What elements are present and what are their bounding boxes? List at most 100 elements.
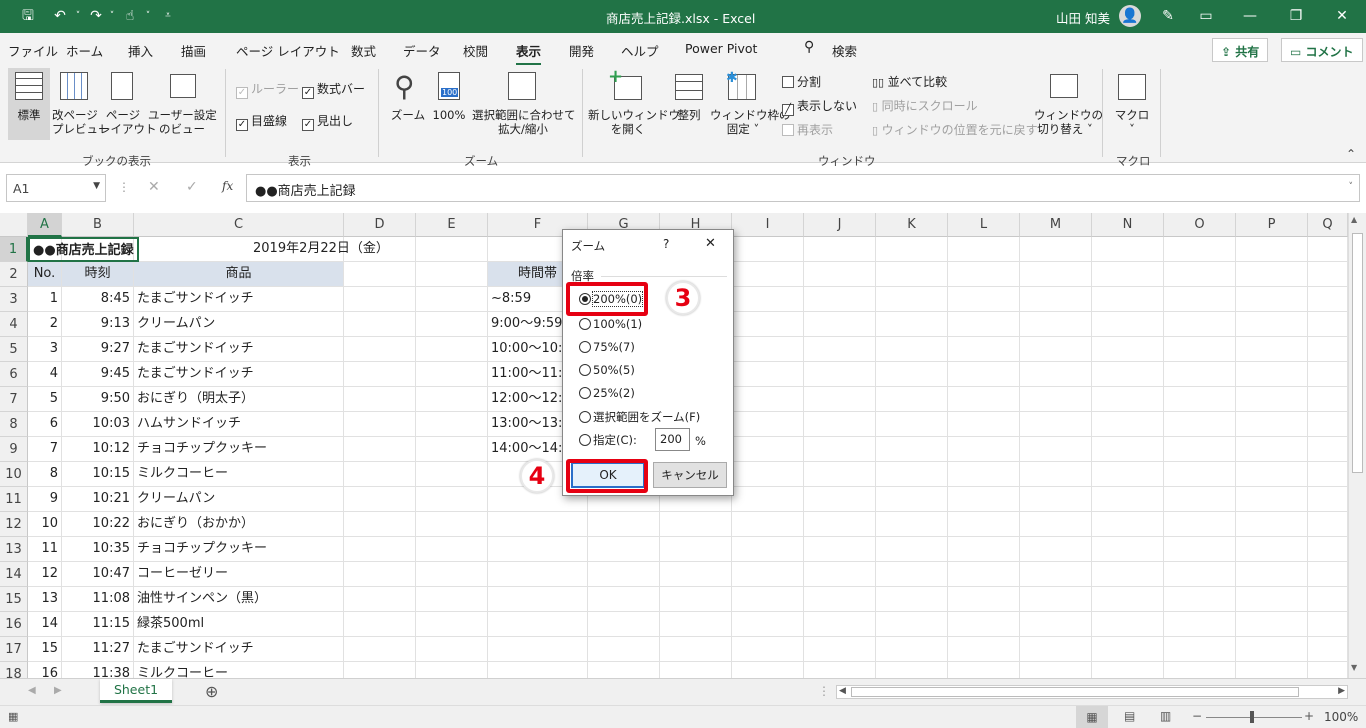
restore-icon[interactable]: ❐ <box>1286 6 1306 26</box>
zoom-to-selection-button[interactable]: 選択範囲に合わせて 拡大/縮小 <box>472 68 576 140</box>
row-header[interactable]: 2 <box>0 262 28 287</box>
cell-date[interactable]: 2019年2月22日（金） <box>250 237 392 262</box>
cell-b[interactable]: 10:03 <box>62 412 134 437</box>
minimize-icon[interactable]: — <box>1240 6 1260 26</box>
cell-b[interactable]: 10:22 <box>62 512 134 537</box>
headings-checkbox[interactable]: ✓ 見出し <box>302 112 353 131</box>
tab-data[interactable]: データ <box>403 41 441 60</box>
enter-entry-icon[interactable]: ✓ <box>186 179 198 195</box>
custom-views-button[interactable]: ユーザー設定 のビュー <box>148 68 217 140</box>
avatar[interactable]: 👤 <box>1119 5 1141 27</box>
cell-b[interactable]: 時刻 <box>62 262 134 287</box>
row-header[interactable]: 4 <box>0 312 28 337</box>
new-window-button[interactable]: + 新しいウィンドウ を開く <box>588 66 680 140</box>
cell-c[interactable]: たまごサンドイッチ <box>134 287 344 312</box>
next-sheet-icon[interactable]: ▶ <box>54 685 62 696</box>
column-header-p[interactable]: P <box>1236 213 1308 237</box>
row-header[interactable]: 9 <box>0 437 28 462</box>
name-box[interactable]: A1 ▼ <box>6 174 106 202</box>
cell-a[interactable]: 7 <box>28 437 62 462</box>
cancel-entry-icon[interactable]: ✕ <box>148 179 160 195</box>
page-break-preview-button[interactable]: 改ページ プレビュー <box>52 68 110 140</box>
column-header-k[interactable]: K <box>876 213 948 237</box>
cell-a[interactable]: 6 <box>28 412 62 437</box>
macro-record-icon[interactable]: ▦ <box>8 710 18 723</box>
cell-c[interactable]: おにぎり（おかか） <box>134 512 344 537</box>
redo-dropdown-icon[interactable]: ˅ <box>102 6 122 26</box>
reset-position-button[interactable]: ▯ ウィンドウの位置を元に戻す <box>872 121 1038 138</box>
cell-c[interactable]: 緑茶500ml <box>134 612 344 637</box>
zoom-100-radio[interactable]: 100%(1) <box>579 317 642 331</box>
cell-c[interactable]: チョコチップクッキー <box>134 437 344 462</box>
collapse-ribbon-icon[interactable]: ⌃ <box>1346 147 1356 161</box>
column-header-q[interactable]: Q <box>1308 213 1348 237</box>
row-header[interactable]: 12 <box>0 512 28 537</box>
tab-search[interactable]: 検索 <box>832 41 857 60</box>
row-header[interactable]: 18 <box>0 662 28 678</box>
row-header[interactable]: 14 <box>0 562 28 587</box>
cell-c[interactable]: クリームパン <box>134 487 344 512</box>
row-header[interactable]: 5 <box>0 337 28 362</box>
column-header-o[interactable]: O <box>1164 213 1236 237</box>
row-header[interactable]: 8 <box>0 412 28 437</box>
cell-a[interactable]: 15 <box>28 637 62 662</box>
row-header[interactable]: 1 <box>0 237 28 262</box>
vertical-scrollbar[interactable]: ▲ ▼ <box>1348 213 1366 678</box>
tab-formulas[interactable]: 数式 <box>351 41 376 60</box>
touch-mode-icon[interactable]: ☝ <box>120 6 140 26</box>
scroll-up-icon[interactable]: ▲ <box>1351 215 1357 224</box>
cell-a[interactable]: 5 <box>28 387 62 412</box>
cell-c[interactable]: 商品 <box>134 262 344 287</box>
column-header-i[interactable]: I <box>732 213 804 237</box>
cell-c[interactable]: コーヒーゼリー <box>134 562 344 587</box>
horizontal-scroll-thumb[interactable] <box>851 687 1299 697</box>
ruler-checkbox[interactable]: ✓ ルーラー <box>236 80 299 99</box>
prev-sheet-icon[interactable]: ◀ <box>28 685 36 696</box>
cell-b[interactable]: 10:21 <box>62 487 134 512</box>
cell-a[interactable]: 8 <box>28 462 62 487</box>
zoom-50-radio[interactable]: 50%(5) <box>579 363 635 377</box>
expand-formula-icon[interactable]: ˅ <box>1349 182 1354 192</box>
horizontal-scrollbar[interactable]: ◀ ▶ <box>836 685 1348 699</box>
zoom-button[interactable]: ⚲ ズーム <box>390 68 426 140</box>
split-button[interactable]: 分割 <box>782 73 821 90</box>
row-header[interactable]: 11 <box>0 487 28 512</box>
arrange-all-button[interactable]: 整列 <box>672 68 706 140</box>
row-header[interactable]: 15 <box>0 587 28 612</box>
cell-c[interactable]: 油性サインペン（黒） <box>134 587 344 612</box>
gridlines-checkbox[interactable]: ✓ 目盛線 <box>236 112 287 131</box>
share-button[interactable]: ⇪ 共有 <box>1212 38 1269 62</box>
undo-dropdown-icon[interactable]: ˅ <box>68 6 88 26</box>
tab-draw[interactable]: 描画 <box>181 41 206 60</box>
scroll-down-icon[interactable]: ▼ <box>1351 663 1357 672</box>
tab-review[interactable]: 校閲 <box>463 41 488 60</box>
touch-dropdown-icon[interactable]: ˅ <box>138 6 158 26</box>
cell-b[interactable]: 10:15 <box>62 462 134 487</box>
normal-view-status-icon[interactable]: ▦ <box>1076 706 1108 728</box>
tab-developer[interactable]: 開発 <box>569 41 594 60</box>
zoom-percent[interactable]: 100% <box>1324 710 1358 724</box>
column-header-b[interactable]: B <box>62 213 134 237</box>
formula-bar-checkbox[interactable]: ✓ 数式バー <box>302 80 365 99</box>
tab-page-layout[interactable]: ページ レイアウト <box>236 41 340 60</box>
hide-button[interactable]: ╱ 表示しない <box>782 97 857 116</box>
column-header-m[interactable]: M <box>1020 213 1092 237</box>
zoom-in-icon[interactable]: + <box>1304 709 1314 723</box>
close-dialog-icon[interactable]: ✕ <box>705 236 716 251</box>
view-side-by-side-button[interactable]: ▯▯ 並べて比較 <box>872 73 947 90</box>
tab-power-pivot[interactable]: Power Pivot <box>685 41 757 56</box>
cell-a[interactable]: 2 <box>28 312 62 337</box>
cell-a[interactable]: 4 <box>28 362 62 387</box>
save-icon[interactable]: 🖫 <box>18 6 38 26</box>
freeze-panes-button[interactable]: ✱ ウィンドウ枠の 固定 ˅ <box>710 68 791 140</box>
row-header[interactable]: 6 <box>0 362 28 387</box>
tab-insert[interactable]: 挿入 <box>128 41 153 60</box>
row-header[interactable]: 10 <box>0 462 28 487</box>
customize-qat-icon[interactable]: ⩡ <box>158 6 178 26</box>
cell-c[interactable]: ミルクコーヒー <box>134 462 344 487</box>
help-icon[interactable]: ? <box>663 237 669 251</box>
tab-help[interactable]: ヘルプ <box>621 41 659 60</box>
cell-b[interactable]: 11:27 <box>62 637 134 662</box>
cell-a[interactable]: 9 <box>28 487 62 512</box>
macros-button[interactable]: マクロ ˅ <box>1110 68 1154 140</box>
